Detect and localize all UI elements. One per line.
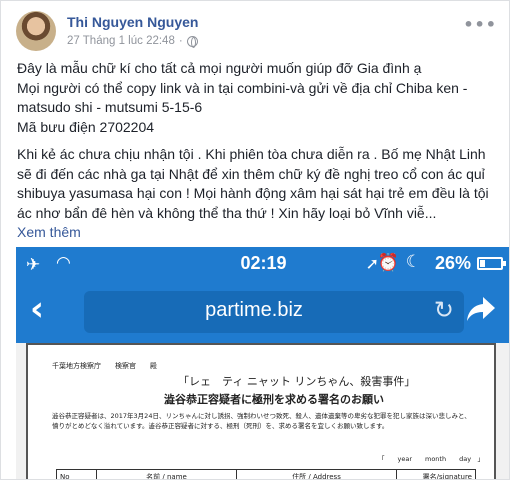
post-line-2: Mọi người có thể copy link và in tại com…: [17, 79, 468, 116]
post-text: Đây là mẫu chữ kí cho tất cả mọi người m…: [17, 59, 497, 243]
author-name[interactable]: Thi Nguyen Nguyen: [67, 14, 198, 30]
post-timestamp[interactable]: 27 Tháng 1 lúc 22:48: [67, 35, 175, 47]
browser-url-bar: ‹ partime.biz ↻: [16, 281, 509, 343]
phone-status-bar: ✈ ◠ 02:19 ➚ ⏰ ☾ 26%: [16, 247, 509, 281]
reload-icon[interactable]: ↻: [434, 296, 454, 324]
signature-table: No 名前 / name 住所 / Address 署名/signature: [56, 469, 476, 479]
url-text: partime.biz: [205, 299, 303, 321]
post-line-4: Khi kẻ ác chưa chịu nhận tội . Khi phiên…: [17, 146, 489, 221]
petition-document: 千葉地方検察庁 検察官 殿 「レェ ティ ニャット リンちゃん、殺害事件」 澁谷…: [26, 343, 496, 479]
author-avatar[interactable]: [16, 11, 56, 51]
post-line-1: Đây là mẫu chữ kí cho tất cả mọi người m…: [17, 60, 422, 76]
moon-icon: ☾: [405, 252, 421, 271]
col-address: 住所 / Address: [236, 469, 397, 479]
signature-table-header: No 名前 / name 住所 / Address 署名/signature: [56, 469, 476, 479]
globe-icon: [186, 35, 198, 48]
post-meta: 27 Tháng 1 lúc 22:48 ·: [67, 35, 198, 48]
doc-request-text: 澁谷恭正容疑者は、2017年3月24日、リンちゃんに対し誘拐、強制わいせつ致死、…: [52, 412, 471, 430]
meta-separator: ·: [178, 35, 183, 47]
back-chevron-icon[interactable]: ‹: [30, 289, 44, 329]
battery-percent: 26%: [434, 253, 471, 273]
post-paragraph-1: Đây là mẫu chữ kí cho tất cả mọi người m…: [17, 59, 497, 137]
doc-title-line-1: 「レェ ティ ニャット リンちゃん、殺害事件」: [178, 375, 416, 388]
more-options-icon[interactable]: •••: [463, 15, 497, 34]
doc-title-line-2: 澁谷恭正容疑者に極刑を求める署名のお願い: [164, 393, 384, 406]
attached-screenshot[interactable]: ✈ ◠ 02:19 ➚ ⏰ ☾ 26% ‹ partime.biz ↻ 千葉地方…: [16, 247, 509, 479]
col-signature: 署名/signature: [396, 469, 476, 479]
url-field[interactable]: partime.biz ↻: [84, 291, 464, 333]
col-name: 名前 / name: [96, 469, 237, 479]
battery-icon: [477, 257, 506, 270]
post-paragraph-2: Khi kẻ ác chưa chịu nhận tội . Khi phiên…: [17, 145, 497, 223]
see-more-link[interactable]: Xem thêm: [17, 223, 497, 243]
facebook-post-card: Thi Nguyen Nguyen 27 Tháng 1 lúc 22:48 ·…: [0, 0, 510, 480]
post-line-3: Mã bưu điện 2702204: [17, 118, 155, 135]
alarm-icon: ⏰: [377, 253, 399, 272]
share-arrow-icon[interactable]: [465, 293, 497, 325]
doc-date-line: 「 year month day 」: [378, 455, 485, 463]
col-no: No: [56, 469, 97, 479]
doc-address-line: 千葉地方検察庁 検察官 殿: [52, 362, 157, 370]
